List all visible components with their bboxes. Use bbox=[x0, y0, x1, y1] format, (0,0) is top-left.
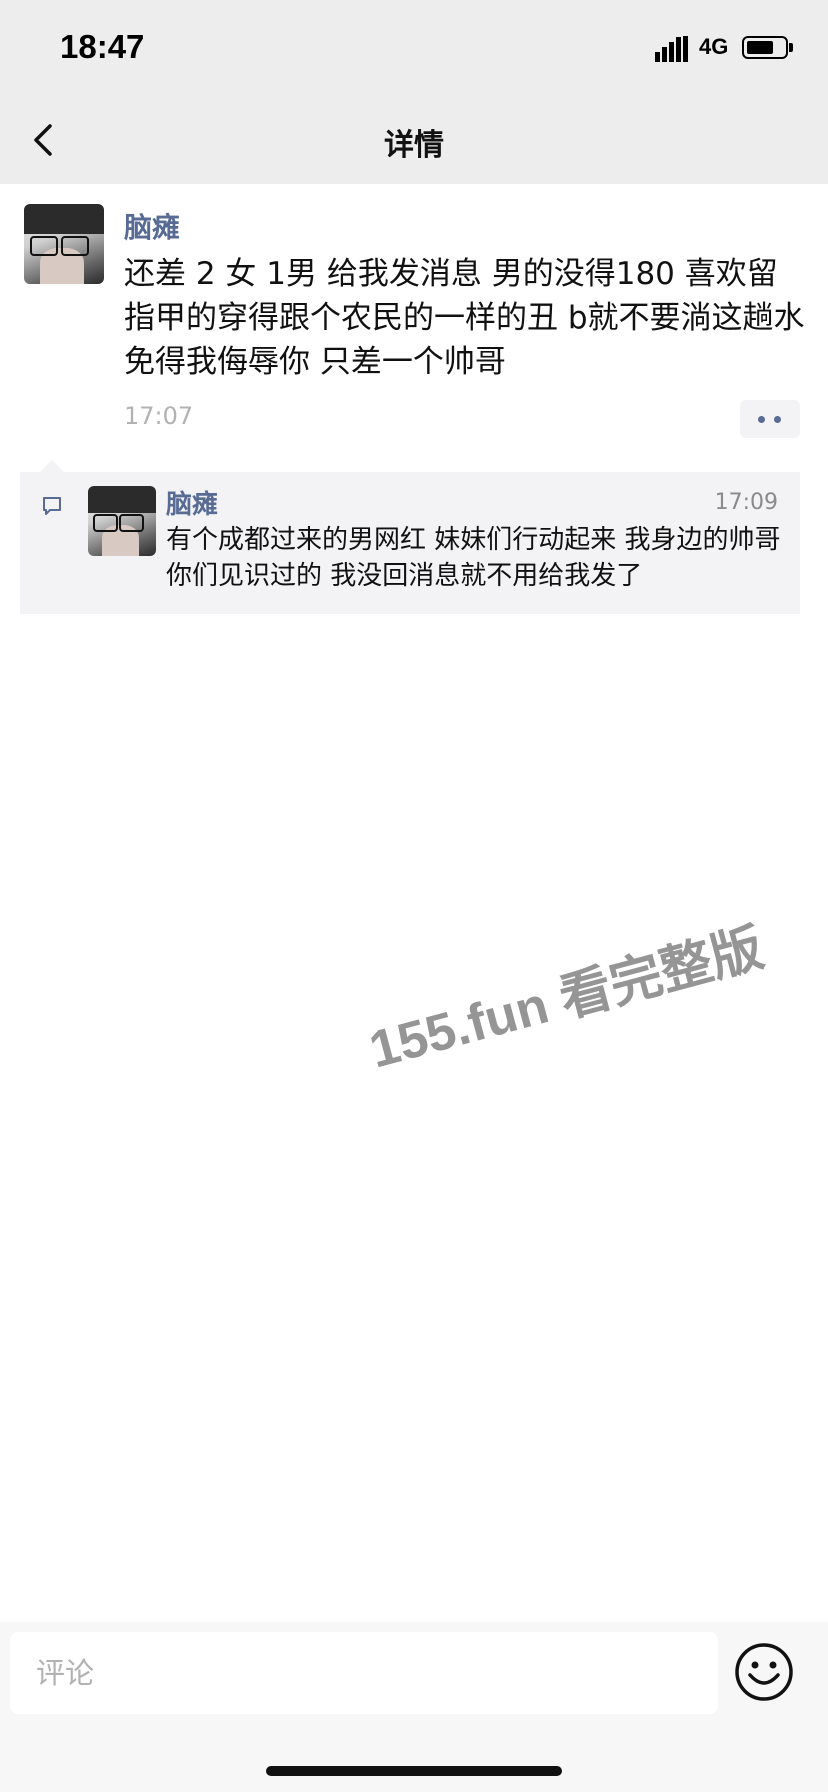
watermark: 155.fun 看完整版 bbox=[363, 918, 770, 1080]
comment-text: 有个成都过来的男网红 妹妹们行动起来 我身边的帅哥你们见识过的 我没回消息就不用… bbox=[166, 525, 781, 591]
comments-arrow bbox=[40, 460, 64, 472]
comment-author[interactable]: 脑瘫 bbox=[166, 484, 218, 521]
status-time: 18:47 bbox=[60, 28, 145, 65]
comment-avatar[interactable] bbox=[88, 486, 156, 556]
status-bar: 18:47 4G bbox=[0, 0, 828, 96]
comment-bar bbox=[0, 1622, 828, 1792]
signal-bars-icon bbox=[655, 36, 688, 62]
comment-list: 脑瘫 17:09 有个成都过来的男网红 妹妹们行动起来 我身边的帅哥你们见识过的… bbox=[20, 472, 800, 614]
emoji-smile-icon[interactable] bbox=[734, 1642, 794, 1702]
avatar[interactable] bbox=[24, 204, 104, 284]
battery-tip bbox=[789, 43, 793, 52]
more-dots-icon[interactable] bbox=[740, 400, 800, 438]
battery-icon bbox=[742, 36, 788, 59]
nav-bar: 详情 bbox=[0, 96, 828, 184]
comment-bubble-icon bbox=[43, 497, 61, 515]
post-author[interactable]: 脑瘫 bbox=[124, 206, 180, 246]
comment-time: 17:09 bbox=[714, 490, 778, 515]
post-content: 还差 2 女 1男 给我发消息 男的没得180 喜欢留指甲的穿得跟个农民的一样的… bbox=[124, 256, 805, 380]
comment-input[interactable] bbox=[10, 1632, 718, 1714]
post-time: 17:07 bbox=[124, 402, 194, 430]
page-title: 详情 bbox=[384, 128, 444, 163]
network-type: 4G bbox=[699, 34, 729, 59]
home-indicator bbox=[266, 1766, 562, 1776]
